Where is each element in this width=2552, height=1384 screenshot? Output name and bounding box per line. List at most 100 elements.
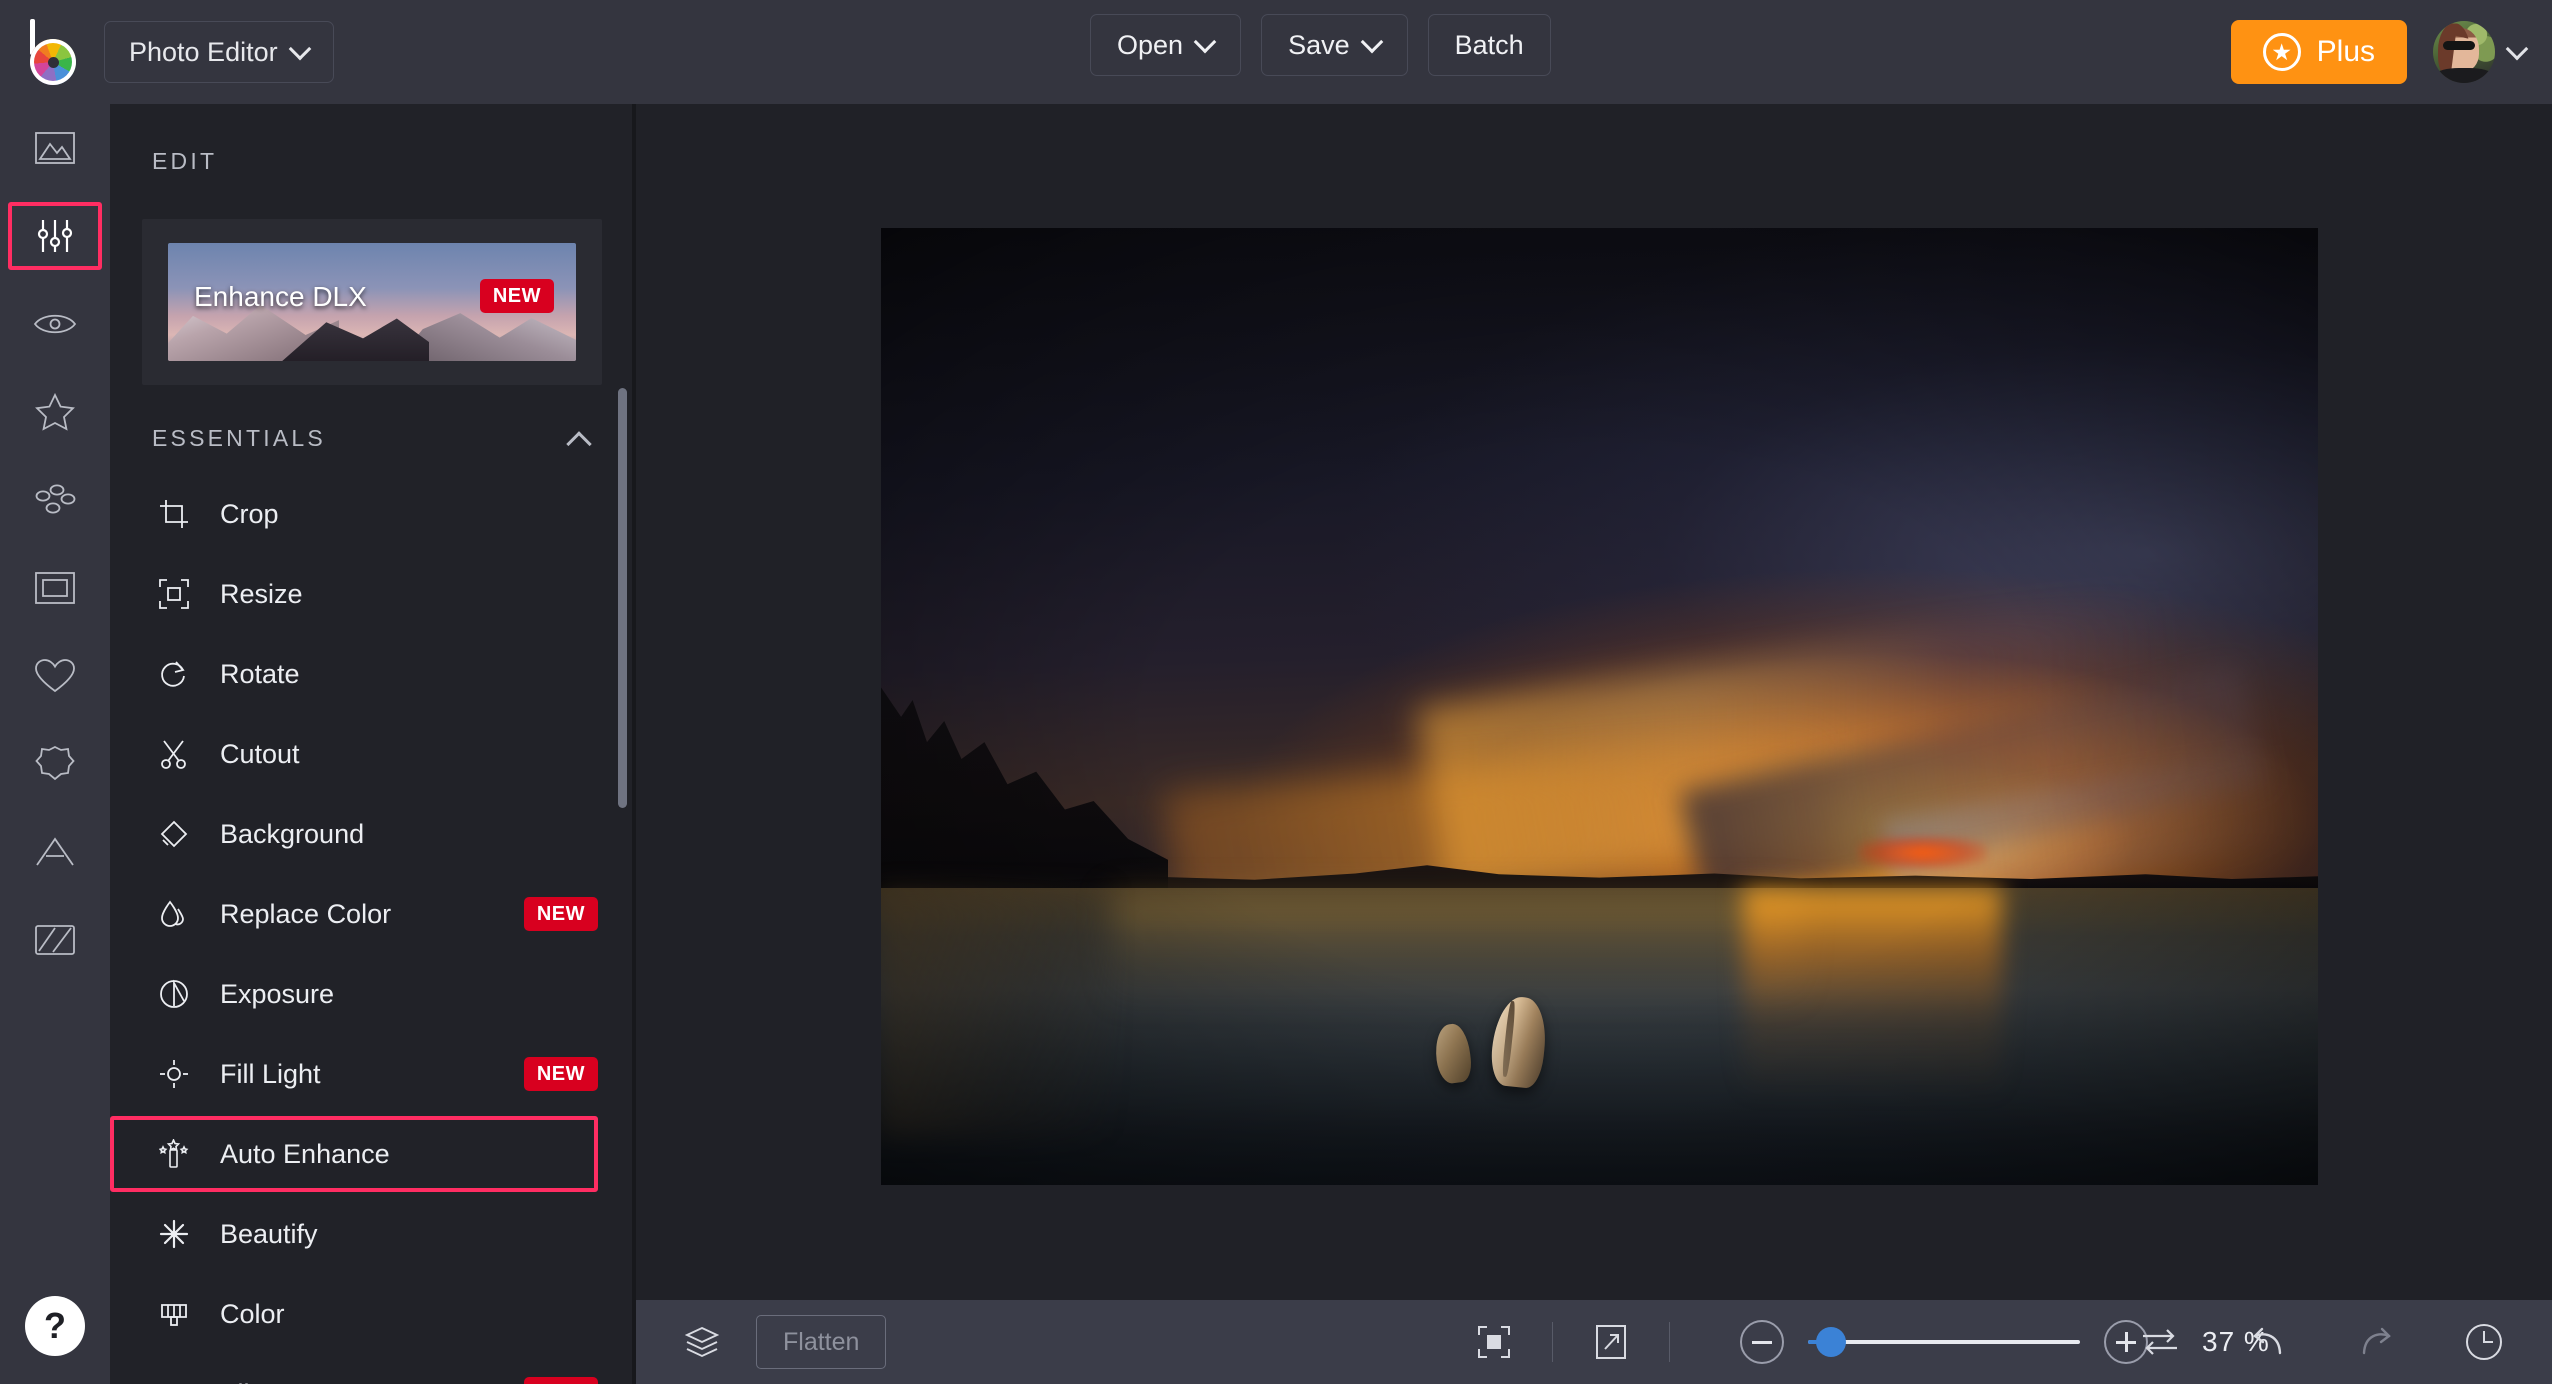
menu-item-label: Replace Color: [220, 898, 392, 929]
chevron-down-icon: [292, 41, 309, 58]
new-badge: NEW: [523, 1057, 598, 1091]
background-icon: [152, 819, 196, 849]
history-clock-icon[interactable]: [2456, 1314, 2512, 1370]
flatten-button-label: Flatten: [783, 1327, 860, 1356]
menu-item-resize[interactable]: Resize: [110, 554, 634, 634]
panel-title: EDIT: [152, 148, 218, 174]
zoom-slider[interactable]: [1808, 1320, 2080, 1364]
open-button[interactable]: Open: [1090, 14, 1242, 76]
logo-aperture-ring: [30, 39, 76, 85]
promo-mountain-image: Enhance DLX NEW: [168, 243, 576, 361]
essentials-section-header[interactable]: ESSENTIALS: [110, 385, 634, 452]
rail-item-edit[interactable]: [0, 192, 110, 280]
enhance-dlx-promo-card[interactable]: Enhance DLX NEW: [142, 219, 602, 385]
menu-item-label: Exposure: [220, 978, 335, 1009]
bottom-bar-left: Flatten: [636, 1314, 887, 1370]
color-icon: [152, 1299, 196, 1329]
menu-item-label: Vibrance: [220, 1379, 524, 1384]
account-menu[interactable]: [2433, 21, 2526, 83]
rail-item-image[interactable]: [0, 104, 110, 192]
rail-item-textures[interactable]: [0, 896, 110, 984]
beautify-icon: [152, 1219, 196, 1249]
save-button[interactable]: Save: [1261, 14, 1408, 76]
menu-item-label: Beautify: [220, 1218, 318, 1249]
menu-item-cutout[interactable]: Cutout: [110, 714, 634, 794]
menu-item-vibrance[interactable]: Vibrance NEW: [110, 1354, 634, 1384]
menu-item-background[interactable]: Background: [110, 794, 634, 874]
chevron-down-icon: [1364, 34, 1381, 51]
rail-item-graphics[interactable]: [0, 720, 110, 808]
rail-item-effects[interactable]: [0, 368, 110, 456]
fit-to-screen-icon[interactable]: [1466, 1314, 1522, 1370]
expand-icon[interactable]: [1583, 1314, 1639, 1370]
scissors-icon: [152, 739, 196, 769]
rail-item-touchup[interactable]: [0, 280, 110, 368]
divider: [1552, 1322, 1553, 1362]
bottom-bar-right: [2132, 1314, 2512, 1370]
chevron-down-icon: [1197, 34, 1214, 51]
essentials-section-label: ESSENTIALS: [152, 425, 326, 451]
droplet-icon: [152, 899, 196, 929]
sunset-beach-seashells-photo[interactable]: [881, 228, 2318, 1185]
promo-label: Enhance DLX: [194, 281, 367, 312]
top-bar: Photo Editor Open Save Batch ★ Plus: [0, 0, 2552, 104]
canvas-area: [636, 104, 2552, 1300]
menu-item-label: Color: [220, 1298, 285, 1329]
essentials-menu: Crop Resize Rotate Cutout Background Rep…: [110, 474, 634, 1384]
menu-item-label: Fill Light: [220, 1058, 321, 1089]
photo-editor-app: Photo Editor Open Save Batch ★ Plus ? ED…: [0, 0, 2552, 1384]
menu-item-color[interactable]: Color: [110, 1274, 634, 1354]
menu-item-label: Background: [220, 818, 365, 849]
menu-item-label: Crop: [220, 498, 279, 529]
menu-item-beautify[interactable]: Beautify: [110, 1194, 634, 1274]
layers-icon[interactable]: [674, 1314, 730, 1370]
rotate-icon: [152, 659, 196, 689]
zoom-slider-knob[interactable]: [1816, 1327, 1846, 1357]
exposure-icon: [152, 979, 196, 1009]
befunky-logo[interactable]: [0, 0, 104, 104]
rail-item-artsy[interactable]: [0, 456, 110, 544]
bottom-bar-view-tools: [1466, 1314, 1670, 1370]
star-icon: ★: [2262, 33, 2301, 71]
rail-item-frames[interactable]: [0, 544, 110, 632]
batch-button[interactable]: Batch: [1427, 14, 1551, 76]
plus-button-label: Plus: [2316, 35, 2375, 68]
menu-item-label: Rotate: [220, 658, 300, 689]
vibrance-icon: [152, 1379, 196, 1384]
app-switcher-label: Photo Editor: [129, 36, 278, 67]
tool-rail: ?: [0, 104, 110, 1384]
menu-item-fill-light[interactable]: Fill Light NEW: [110, 1034, 634, 1114]
chevron-up-icon[interactable]: [568, 428, 590, 450]
menu-item-rotate[interactable]: Rotate: [110, 634, 634, 714]
menu-item-replace-color[interactable]: Replace Color NEW: [110, 874, 634, 954]
edit-panel: EDIT Enhance DLX NEW ESSENTIALS Crop Res…: [110, 104, 634, 1384]
new-badge: NEW: [523, 897, 598, 931]
panel-scrollbar-thumb[interactable]: [618, 388, 627, 808]
save-button-label: Save: [1288, 29, 1350, 60]
menu-item-exposure[interactable]: Exposure: [110, 954, 634, 1034]
menu-item-label: Resize: [220, 578, 303, 609]
avatar: [2433, 21, 2495, 83]
crop-icon: [152, 499, 196, 529]
resize-icon: [152, 579, 196, 609]
rail-item-overlays[interactable]: [0, 632, 110, 720]
zoom-out-icon[interactable]: [1740, 1320, 1784, 1364]
magic-wand-icon: [152, 1139, 196, 1169]
undo-icon[interactable]: [2240, 1314, 2296, 1370]
topbar-actions: Open Save Batch: [1090, 14, 1551, 76]
menu-item-crop[interactable]: Crop: [110, 474, 634, 554]
bottom-bar: Flatten 37 %: [636, 1300, 2552, 1384]
open-button-label: Open: [1117, 29, 1184, 60]
menu-item-auto-enhance[interactable]: Auto Enhance: [110, 1114, 634, 1194]
rail-item-text[interactable]: [0, 808, 110, 896]
plus-upgrade-button[interactable]: ★ Plus: [2230, 20, 2407, 84]
flatten-button[interactable]: Flatten: [756, 1315, 887, 1369]
compare-icon[interactable]: [2132, 1314, 2188, 1370]
redo-icon[interactable]: [2348, 1314, 2404, 1370]
promo-new-badge: NEW: [479, 279, 554, 313]
menu-item-label: Auto Enhance: [220, 1138, 390, 1169]
batch-button-label: Batch: [1454, 29, 1524, 60]
menu-item-label: Cutout: [220, 738, 300, 769]
help-button[interactable]: ?: [25, 1296, 85, 1356]
app-switcher[interactable]: Photo Editor: [104, 21, 334, 83]
